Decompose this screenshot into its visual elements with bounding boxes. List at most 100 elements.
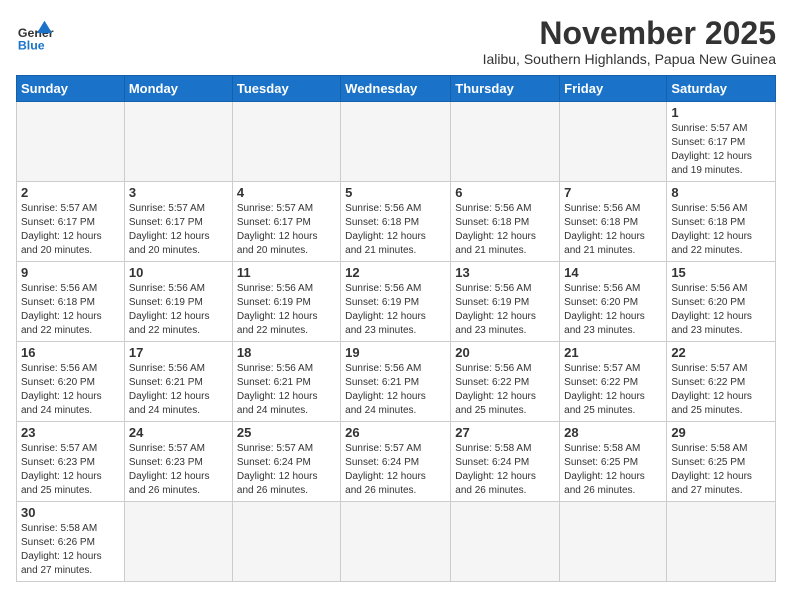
calendar-cell: 22Sunrise: 5:57 AMSunset: 6:22 PMDayligh… (667, 342, 776, 422)
calendar-cell (232, 502, 340, 582)
day-info: Sunrise: 5:56 AMSunset: 6:18 PMDaylight:… (345, 202, 446, 258)
calendar-cell: 19Sunrise: 5:56 AMSunset: 6:21 PMDayligh… (341, 342, 451, 422)
calendar-week-2: 2 Sunrise: 5:57 AMSunset: 6:17 PMDaylight… (17, 182, 776, 262)
calendar-week-4: 16 Sunrise: 5:56 AMSunset: 6:20 PMDayligh… (17, 342, 776, 422)
calendar-cell: 21Sunrise: 5:57 AMSunset: 6:22 PMDayligh… (560, 342, 667, 422)
calendar-cell: 5 Sunrise: 5:56 AMSunset: 6:18 PMDaylight… (341, 182, 451, 262)
calendar-table: Sunday Monday Tuesday Wednesday Thursday… (16, 75, 776, 582)
day-info: Sunrise: 5:56 AMSunset: 6:20 PMDaylight:… (671, 282, 771, 338)
calendar-cell (124, 102, 232, 182)
day-number: 9 (21, 265, 120, 280)
day-number: 19 (345, 345, 446, 360)
calendar-cell: 9 Sunrise: 5:56 AMSunset: 6:18 PMDaylight… (17, 262, 125, 342)
calendar-cell: 20Sunrise: 5:56 AMSunset: 6:22 PMDayligh… (451, 342, 560, 422)
day-info: Sunrise: 5:56 AMSunset: 6:20 PMDaylight:… (21, 362, 120, 418)
day-info: Sunrise: 5:56 AMSunset: 6:18 PMDaylight:… (671, 202, 771, 258)
day-number: 17 (129, 345, 228, 360)
calendar-cell: 27Sunrise: 5:58 AMSunset: 6:24 PMDayligh… (451, 422, 560, 502)
day-number: 23 (21, 425, 120, 440)
calendar-week-6: 30 Sunrise: 5:58 AMSunset: 6:26 PMDayligh… (17, 502, 776, 582)
day-info: Sunrise: 5:56 AMSunset: 6:19 PMDaylight:… (455, 282, 555, 338)
calendar-cell (341, 502, 451, 582)
day-number: 30 (21, 505, 120, 520)
col-saturday: Saturday (667, 76, 776, 102)
calendar-cell: 26Sunrise: 5:57 AMSunset: 6:24 PMDayligh… (341, 422, 451, 502)
calendar-cell: 16 Sunrise: 5:56 AMSunset: 6:20 PMDayligh… (17, 342, 125, 422)
calendar-cell (451, 102, 560, 182)
header-row: Sunday Monday Tuesday Wednesday Thursday… (17, 76, 776, 102)
calendar-cell (451, 502, 560, 582)
calendar-cell (667, 502, 776, 582)
day-number: 15 (671, 265, 771, 280)
col-sunday: Sunday (17, 76, 125, 102)
calendar-cell: 15 Sunrise: 5:56 AMSunset: 6:20 PMDayligh… (667, 262, 776, 342)
calendar-cell: 4Sunrise: 5:57 AMSunset: 6:17 PMDaylight… (232, 182, 340, 262)
calendar-cell (124, 502, 232, 582)
calendar-cell: 17 Sunrise: 5:56 AMSunset: 6:21 PMDayligh… (124, 342, 232, 422)
location-subtitle: Ialibu, Southern Highlands, Papua New Gu… (483, 51, 776, 67)
calendar-cell (17, 102, 125, 182)
day-info: Sunrise: 5:56 AMSunset: 6:18 PMDaylight:… (21, 282, 120, 338)
logo: General Blue (16, 16, 54, 54)
day-number: 13 (455, 265, 555, 280)
day-number: 18 (237, 345, 336, 360)
calendar-cell: 1 Sunrise: 5:57 AMSunset: 6:17 PMDaylight… (667, 102, 776, 182)
calendar-cell (232, 102, 340, 182)
calendar-cell: 7Sunrise: 5:56 AMSunset: 6:18 PMDaylight… (560, 182, 667, 262)
day-number: 2 (21, 185, 120, 200)
col-friday: Friday (560, 76, 667, 102)
day-info: Sunrise: 5:57 AMSunset: 6:23 PMDaylight:… (129, 442, 228, 498)
col-wednesday: Wednesday (341, 76, 451, 102)
calendar-cell: 25Sunrise: 5:57 AMSunset: 6:24 PMDayligh… (232, 422, 340, 502)
page-header: General Blue November 2025 Ialibu, South… (16, 16, 776, 67)
calendar-cell: 14 Sunrise: 5:56 AMSunset: 6:20 PMDayligh… (560, 262, 667, 342)
day-number: 28 (564, 425, 662, 440)
day-info: Sunrise: 5:57 AMSunset: 6:17 PMDaylight:… (129, 202, 228, 258)
day-info: Sunrise: 5:58 AMSunset: 6:26 PMDaylight:… (21, 522, 120, 578)
day-number: 11 (237, 265, 336, 280)
day-info: Sunrise: 5:56 AMSunset: 6:18 PMDaylight:… (455, 202, 555, 258)
calendar-cell: 2 Sunrise: 5:57 AMSunset: 6:17 PMDaylight… (17, 182, 125, 262)
day-info: Sunrise: 5:56 AMSunset: 6:21 PMDaylight:… (237, 362, 336, 418)
title-block: November 2025 Ialibu, Southern Highlands… (483, 16, 776, 67)
day-number: 1 (671, 105, 771, 120)
col-thursday: Thursday (451, 76, 560, 102)
calendar-week-1: 1 Sunrise: 5:57 AMSunset: 6:17 PMDaylight… (17, 102, 776, 182)
calendar-cell: 13 Sunrise: 5:56 AMSunset: 6:19 PMDayligh… (451, 262, 560, 342)
day-number: 12 (345, 265, 446, 280)
calendar-cell: 8 Sunrise: 5:56 AMSunset: 6:18 PMDaylight… (667, 182, 776, 262)
day-info: Sunrise: 5:57 AMSunset: 6:17 PMDaylight:… (671, 122, 771, 178)
svg-text:Blue: Blue (18, 38, 45, 52)
day-info: Sunrise: 5:58 AMSunset: 6:25 PMDaylight:… (564, 442, 662, 498)
day-info: Sunrise: 5:57 AMSunset: 6:24 PMDaylight:… (237, 442, 336, 498)
day-info: Sunrise: 5:57 AMSunset: 6:17 PMDaylight:… (237, 202, 336, 258)
calendar-week-3: 9 Sunrise: 5:56 AMSunset: 6:18 PMDaylight… (17, 262, 776, 342)
day-number: 8 (671, 185, 771, 200)
day-info: Sunrise: 5:57 AMSunset: 6:24 PMDaylight:… (345, 442, 446, 498)
calendar-header: Sunday Monday Tuesday Wednesday Thursday… (17, 76, 776, 102)
day-number: 14 (564, 265, 662, 280)
calendar-cell: 10Sunrise: 5:56 AMSunset: 6:19 PMDayligh… (124, 262, 232, 342)
day-number: 6 (455, 185, 555, 200)
calendar-cell: 28 Sunrise: 5:58 AMSunset: 6:25 PMDayligh… (560, 422, 667, 502)
calendar-cell (560, 502, 667, 582)
col-tuesday: Tuesday (232, 76, 340, 102)
day-info: Sunrise: 5:57 AMSunset: 6:23 PMDaylight:… (21, 442, 120, 498)
day-info: Sunrise: 5:58 AMSunset: 6:24 PMDaylight:… (455, 442, 555, 498)
day-info: Sunrise: 5:56 AMSunset: 6:20 PMDaylight:… (564, 282, 662, 338)
day-number: 5 (345, 185, 446, 200)
day-info: Sunrise: 5:56 AMSunset: 6:22 PMDaylight:… (455, 362, 555, 418)
day-number: 29 (671, 425, 771, 440)
calendar-cell: 12 Sunrise: 5:56 AMSunset: 6:19 PMDayligh… (341, 262, 451, 342)
calendar-cell: 18 Sunrise: 5:56 AMSunset: 6:21 PMDayligh… (232, 342, 340, 422)
day-number: 3 (129, 185, 228, 200)
day-info: Sunrise: 5:57 AMSunset: 6:17 PMDaylight:… (21, 202, 120, 258)
calendar-cell: 23 Sunrise: 5:57 AMSunset: 6:23 PMDayligh… (17, 422, 125, 502)
calendar-cell: 29Sunrise: 5:58 AMSunset: 6:25 PMDayligh… (667, 422, 776, 502)
calendar-cell: 6 Sunrise: 5:56 AMSunset: 6:18 PMDaylight… (451, 182, 560, 262)
day-number: 16 (21, 345, 120, 360)
generalblue-logo-icon: General Blue (16, 16, 54, 54)
day-info: Sunrise: 5:56 AMSunset: 6:19 PMDaylight:… (345, 282, 446, 338)
day-info: Sunrise: 5:56 AMSunset: 6:21 PMDaylight:… (129, 362, 228, 418)
calendar-cell: 24Sunrise: 5:57 AMSunset: 6:23 PMDayligh… (124, 422, 232, 502)
